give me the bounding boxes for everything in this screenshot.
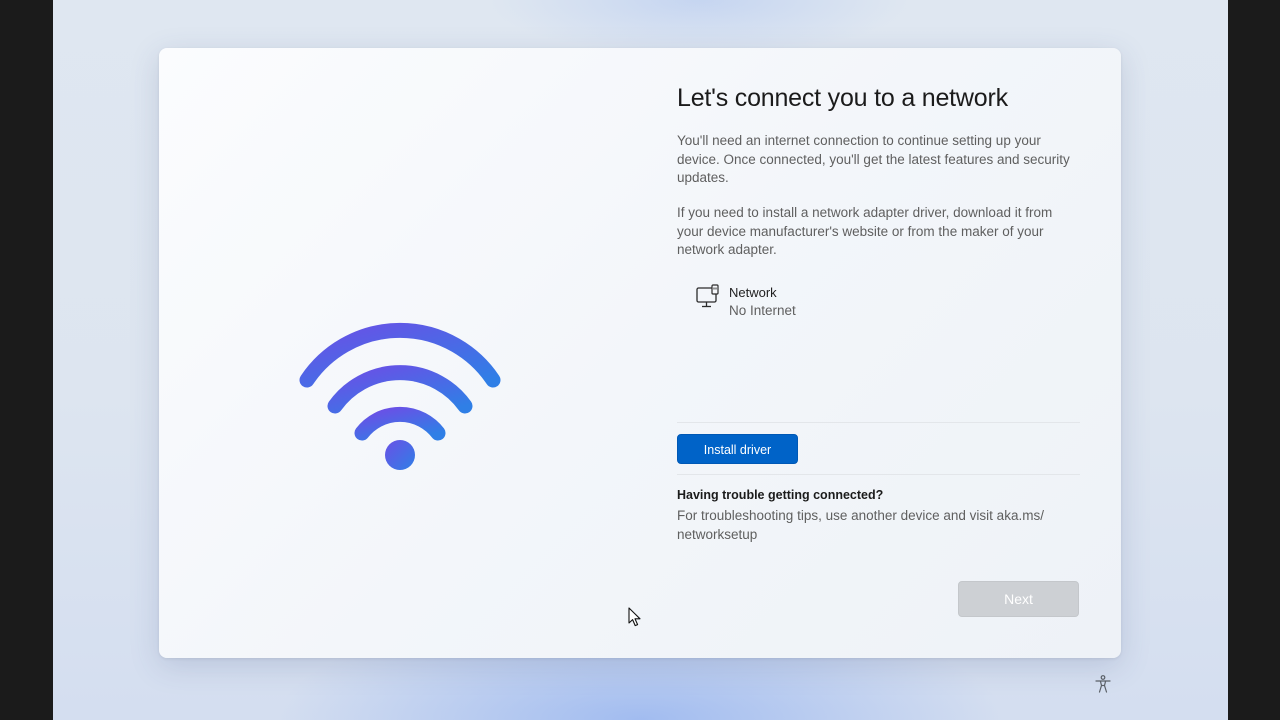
install-driver-button[interactable]: Install driver xyxy=(677,434,798,464)
driver-info-text: If you need to install a network adapter… xyxy=(677,205,1053,257)
divider xyxy=(677,422,1080,423)
network-status: No Internet xyxy=(729,303,796,318)
setup-card: Let's connect you to a network You'll ne… xyxy=(159,48,1121,658)
network-list-item[interactable]: Network No Internet xyxy=(695,281,995,325)
right-letterbox xyxy=(1228,0,1280,720)
accessibility-icon[interactable] xyxy=(1093,674,1113,694)
next-button[interactable]: Next xyxy=(958,581,1079,617)
wired-network-icon xyxy=(696,284,719,308)
page-title: Let's connect you to a network xyxy=(677,84,1008,112)
left-letterbox xyxy=(0,0,53,720)
troubleshoot-heading: Having trouble getting connected? xyxy=(677,488,884,502)
oobe-background: Let's connect you to a network You'll ne… xyxy=(53,0,1228,720)
intro-text: You'll need an internet connection to co… xyxy=(677,133,1070,185)
wifi-icon xyxy=(299,322,501,470)
mouse-cursor-icon xyxy=(628,607,641,627)
setup-content: Let's connect you to a network You'll ne… xyxy=(677,48,1082,658)
divider xyxy=(677,474,1080,475)
troubleshoot-text: For troubleshooting tips, use another de… xyxy=(677,508,1044,542)
network-name: Network xyxy=(729,285,777,300)
